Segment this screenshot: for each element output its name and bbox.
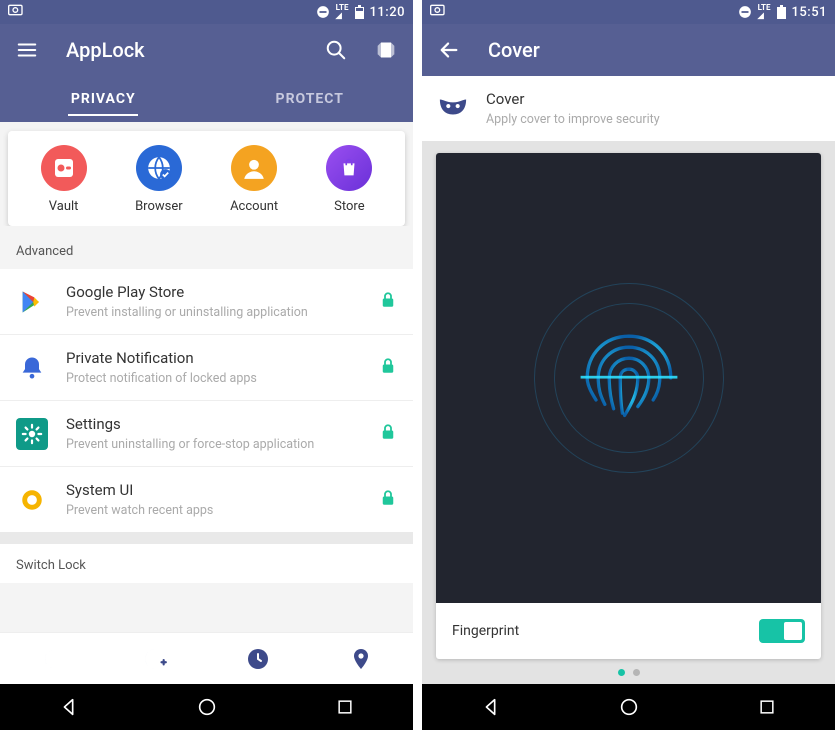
cover-card: Fingerprint (436, 153, 821, 659)
row-settings[interactable]: Settings Prevent uninstalling or force-s… (0, 401, 413, 467)
applock-screen: LTE◢ 11:20 AppLock PRIVACY PROTECT (0, 0, 413, 730)
pager-dots (436, 659, 821, 676)
fingerprint-preview (436, 153, 821, 603)
cover-subtitle: Apply cover to improve security (486, 112, 660, 127)
lock-icon[interactable] (379, 357, 397, 379)
row-play-store[interactable]: Google Play Store Prevent installing or … (0, 269, 413, 335)
network-label: LTE◢ (758, 4, 771, 20)
row-title: System UI (66, 481, 379, 499)
section-switch-lock-label: Switch Lock (0, 544, 413, 583)
clock-text: 15:51 (792, 5, 827, 20)
hamburger-icon[interactable] (16, 39, 38, 61)
row-title: Private Notification (66, 349, 379, 367)
pager-dot[interactable] (618, 669, 625, 676)
store-icon (326, 145, 372, 191)
tab-label: PRIVACY (71, 91, 136, 107)
camera-status-icon (430, 3, 446, 21)
gear-icon (16, 418, 48, 450)
play-store-icon (16, 286, 48, 318)
quick-vault[interactable]: Vault (24, 145, 104, 214)
browser-icon (136, 145, 182, 191)
bell-icon (16, 352, 48, 384)
quick-actions-card: Vault Browser Account (8, 131, 405, 226)
dnd-icon (316, 5, 330, 19)
quick-account[interactable]: Account (214, 145, 294, 214)
clock-text: 11:20 (370, 5, 405, 20)
toolbar: Cover (422, 24, 835, 76)
row-subtitle: Protect notification of locked apps (66, 371, 379, 386)
lock-icon[interactable] (379, 291, 397, 313)
quick-store[interactable]: Store (309, 145, 389, 214)
row-subtitle: Prevent watch recent apps (66, 503, 379, 518)
theme-icon[interactable] (375, 39, 397, 61)
moon-icon[interactable] (39, 646, 65, 672)
scroll-content[interactable]: Vault Browser Account (0, 122, 413, 632)
cover-name: Fingerprint (452, 623, 519, 639)
screen-title: Cover (488, 38, 819, 62)
camera-status-icon (8, 3, 24, 21)
lock-icon[interactable] (379, 489, 397, 511)
nav-home-icon[interactable] (196, 696, 218, 718)
quick-label: Vault (49, 199, 79, 214)
tab-label: PROTECT (276, 91, 344, 107)
dnd-icon (738, 5, 752, 19)
app-title: AppLock (66, 38, 325, 62)
tab-privacy[interactable]: PRIVACY (0, 76, 207, 122)
advanced-list: Google Play Store Prevent installing or … (0, 269, 413, 532)
nav-back-icon[interactable] (480, 696, 502, 718)
mask-icon (438, 96, 468, 122)
clock-icon[interactable] (245, 646, 271, 672)
back-arrow-icon[interactable] (438, 39, 460, 61)
nav-back-icon[interactable] (58, 696, 80, 718)
pager-area[interactable]: Fingerprint (422, 141, 835, 684)
divider (0, 532, 413, 544)
quick-browser[interactable]: Browser (119, 145, 199, 214)
row-private-notification[interactable]: Private Notification Protect notificatio… (0, 335, 413, 401)
nav-home-icon[interactable] (618, 696, 640, 718)
android-nav-bar (422, 684, 835, 730)
row-system-ui[interactable]: System UI Prevent watch recent apps (0, 467, 413, 532)
tab-bar: PRIVACY PROTECT (0, 76, 413, 122)
row-title: Google Play Store (66, 283, 379, 301)
toolbar: AppLock (0, 24, 413, 76)
tab-protect[interactable]: PROTECT (207, 76, 414, 122)
lock-icon[interactable] (379, 423, 397, 445)
account-icon (231, 145, 277, 191)
status-bar: LTE◢ 11:20 (0, 0, 413, 24)
moon-plus-icon[interactable] (142, 646, 168, 672)
row-title: Settings (66, 415, 379, 433)
row-subtitle: Prevent installing or uninstalling appli… (66, 305, 379, 320)
quick-label: Browser (135, 199, 183, 214)
network-label: LTE◢ (336, 4, 349, 20)
quick-label: Store (334, 199, 364, 214)
vault-icon (41, 145, 87, 191)
ring-icon (16, 484, 48, 516)
card-footer: Fingerprint (436, 603, 821, 659)
android-nav-bar (0, 684, 413, 730)
cover-header: Cover Apply cover to improve security (422, 76, 835, 141)
cover-screen: LTE◢ 15:51 Cover Cover Apply cover to im… (422, 0, 835, 730)
search-icon[interactable] (325, 39, 347, 61)
cover-title: Cover (486, 90, 660, 108)
section-advanced-label: Advanced (0, 226, 413, 269)
bottom-nav (0, 632, 413, 684)
nav-recent-icon[interactable] (757, 697, 777, 717)
status-bar: LTE◢ 15:51 (422, 0, 835, 24)
location-icon[interactable] (348, 646, 374, 672)
quick-label: Account (230, 199, 278, 214)
row-subtitle: Prevent uninstalling or force-stop appli… (66, 437, 379, 452)
battery-icon (777, 5, 786, 19)
cover-toggle[interactable] (759, 619, 805, 643)
pager-dot[interactable] (633, 669, 640, 676)
battery-icon (355, 5, 364, 19)
nav-recent-icon[interactable] (335, 697, 355, 717)
